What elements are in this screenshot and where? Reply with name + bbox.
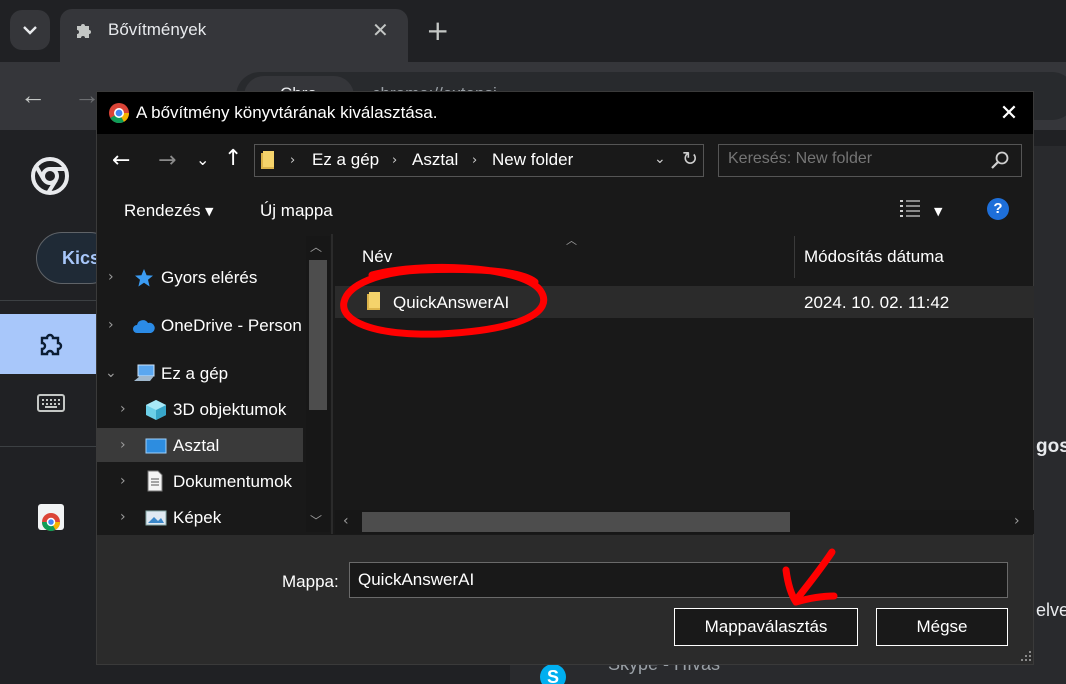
- resize-grip-icon[interactable]: [1018, 648, 1032, 662]
- chrome-logo-icon: [109, 103, 130, 124]
- organize-button[interactable]: Rendezés: [124, 201, 201, 221]
- sidebar-divider: [0, 300, 96, 301]
- view-options-icon[interactable]: [898, 198, 922, 220]
- scroll-down-chevron-icon[interactable]: ﹀: [310, 512, 322, 529]
- computer-icon: [134, 364, 155, 381]
- chrome-web-store-icon[interactable]: [36, 502, 66, 532]
- breadcrumb-item[interactable]: Asztal: [412, 150, 458, 170]
- help-icon[interactable]: ?: [987, 198, 1009, 220]
- expand-chevron-icon[interactable]: ›: [120, 437, 126, 453]
- search-input[interactable]: [728, 150, 978, 168]
- folder-field-label: Mappa:: [282, 572, 339, 591]
- nav-item-this-pc[interactable]: Ez a gép: [161, 364, 228, 384]
- scroll-up-chevron-icon[interactable]: ︿: [310, 238, 322, 255]
- recent-locations-chevron-icon[interactable]: ⌄: [196, 150, 209, 169]
- search-icon[interactable]: [990, 150, 1010, 170]
- column-header-name[interactable]: Név: [362, 247, 392, 267]
- expand-chevron-icon[interactable]: ›: [108, 269, 114, 285]
- new-tab-plus-icon[interactable]: +: [426, 14, 449, 47]
- skype-icon: S: [540, 664, 566, 684]
- expand-chevron-icon[interactable]: ›: [120, 509, 126, 525]
- puzzle-icon: [40, 333, 63, 356]
- file-row-name[interactable]: QuickAnswerAI: [393, 293, 509, 313]
- desktop-icon: [145, 438, 167, 454]
- nav-item-onedrive[interactable]: OneDrive - Person: [161, 316, 302, 336]
- folder-icon: [367, 292, 380, 310]
- card-text-fragment: elve: [1036, 600, 1066, 620]
- search-extensions-label: Kics: [62, 248, 101, 268]
- nav-item-3d-objects[interactable]: 3D objektumok: [173, 400, 286, 420]
- tab-search-button[interactable]: [10, 10, 50, 50]
- nav-item-pictures[interactable]: Képek: [173, 508, 221, 528]
- nav-item-quick-access[interactable]: Gyors elérés: [161, 268, 257, 288]
- pictures-icon: [145, 510, 167, 526]
- scroll-right-chevron-icon[interactable]: ›: [1014, 513, 1020, 529]
- file-row-date: 2024. 10. 02. 11:42: [804, 293, 950, 312]
- scroll-left-chevron-icon[interactable]: ‹: [343, 513, 349, 529]
- new-folder-button[interactable]: Új mappa: [260, 201, 333, 221]
- dialog-close-icon[interactable]: ✕: [996, 100, 1022, 126]
- sort-ascending-icon: ︿: [566, 234, 577, 247]
- address-dropdown-chevron-icon[interactable]: ⌄: [654, 151, 666, 167]
- card-text-fragment: gos: [1036, 436, 1066, 457]
- expand-chevron-icon[interactable]: ›: [108, 317, 114, 333]
- nav-back-arrow-icon[interactable]: ←: [112, 148, 130, 173]
- cloud-icon: [133, 320, 155, 333]
- expand-chevron-icon[interactable]: ›: [120, 401, 126, 417]
- nav-pane-scroll-thumb[interactable]: [309, 260, 327, 410]
- horizontal-scroll-thumb[interactable]: [362, 512, 790, 532]
- nav-item-documents[interactable]: Dokumentumok: [173, 472, 292, 492]
- browser-back-arrow-icon[interactable]: ←: [20, 80, 46, 111]
- star-icon: [135, 269, 153, 287]
- keyboard-icon[interactable]: [36, 392, 66, 414]
- folder-name-input[interactable]: [349, 562, 1008, 598]
- collapse-chevron-icon[interactable]: ⌄: [105, 365, 117, 381]
- nav-up-arrow-icon[interactable]: ↑: [224, 146, 242, 171]
- cube-icon: [146, 400, 166, 420]
- column-header-date-modified[interactable]: Módosítás dátuma: [804, 247, 944, 267]
- breadcrumb-chevron-icon[interactable]: ›: [290, 153, 295, 168]
- breadcrumb-item[interactable]: New folder: [492, 150, 573, 170]
- chrome-logo-icon: [31, 157, 69, 195]
- select-folder-button[interactable]: Mappaválasztás: [674, 608, 858, 646]
- folder-icon: [261, 151, 274, 169]
- expand-chevron-icon[interactable]: ›: [120, 473, 126, 489]
- breadcrumb-chevron-icon[interactable]: ›: [392, 153, 397, 168]
- breadcrumb-item[interactable]: Ez a gép: [312, 150, 379, 170]
- tab-title: Bővítmények: [108, 20, 207, 39]
- document-icon: [147, 470, 163, 492]
- nav-forward-arrow-icon[interactable]: →: [158, 148, 176, 173]
- pane-splitter[interactable]: [331, 234, 333, 534]
- sidebar-divider: [0, 446, 96, 447]
- refresh-icon[interactable]: ↻: [682, 148, 698, 170]
- column-separator[interactable]: [794, 236, 795, 278]
- cancel-button[interactable]: Mégse: [876, 608, 1008, 646]
- tab-close-icon[interactable]: ✕: [372, 18, 389, 43]
- nav-item-desktop[interactable]: Asztal: [173, 436, 219, 456]
- organize-dropdown-icon[interactable]: ▼: [205, 205, 213, 218]
- chevron-down-icon: [23, 26, 37, 35]
- puzzle-icon: [77, 24, 91, 38]
- breadcrumb-chevron-icon[interactable]: ›: [472, 153, 477, 168]
- dialog-title: A bővítmény könyvtárának kiválasztása.: [136, 103, 438, 122]
- view-dropdown-icon[interactable]: ▼: [934, 205, 942, 218]
